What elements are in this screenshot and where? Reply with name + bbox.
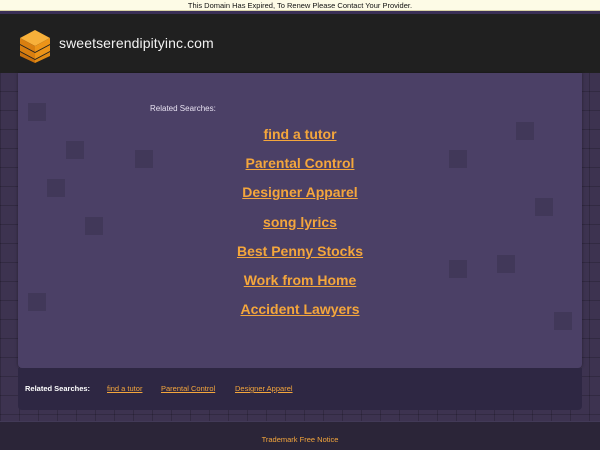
expired-domain-notice: This Domain Has Expired, To Renew Please… xyxy=(0,0,600,11)
related-link-accident-lawyers[interactable]: Accident Lawyers xyxy=(0,299,600,328)
trademark-notice-link[interactable]: Trademark Free Notice xyxy=(0,435,600,444)
related-searches-title: Related Searches: xyxy=(150,104,216,113)
footer-link-designer-apparel[interactable]: Designer Apparel xyxy=(235,384,293,393)
related-link-song-lyrics[interactable]: song lyrics xyxy=(0,212,600,241)
footer-related-bar: Related Searches: find a tutor Parental … xyxy=(18,368,582,410)
related-link-designer-apparel[interactable]: Designer Apparel xyxy=(0,182,600,211)
related-links-list: find a tutor Parental Control Designer A… xyxy=(0,124,600,328)
related-link-work-from-home[interactable]: Work from Home xyxy=(0,270,600,299)
related-link-parental-control[interactable]: Parental Control xyxy=(0,153,600,182)
footer-link-parental-control[interactable]: Parental Control xyxy=(161,384,215,393)
page-footer: Trademark Free Notice xyxy=(0,421,600,450)
footer-related-label: Related Searches: xyxy=(25,384,91,393)
footer-link-find-a-tutor[interactable]: find a tutor xyxy=(107,384,142,393)
site-name[interactable]: sweetserendipityinc.com xyxy=(59,35,214,51)
stacked-layers-icon[interactable] xyxy=(18,28,52,64)
related-link-find-a-tutor[interactable]: find a tutor xyxy=(0,124,600,153)
site-header: sweetserendipityinc.com xyxy=(0,11,600,73)
related-link-best-penny-stocks[interactable]: Best Penny Stocks xyxy=(0,241,600,270)
